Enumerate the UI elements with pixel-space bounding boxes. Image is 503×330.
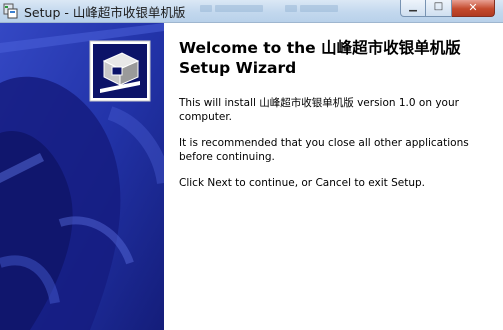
- caption-buttons: ▁ □ ✕: [400, 0, 495, 18]
- wizard-banner-image: [0, 23, 164, 330]
- wizard-content: Welcome to the 山峰超市收银单机版 Setup Wizard Th…: [179, 38, 494, 189]
- setup-wizard-window: Setup - 山峰超市收银单机版 ▁ □ ✕ Welcome to the 山…: [0, 0, 503, 330]
- background-window-icon: [200, 5, 212, 12]
- window-title: Setup - 山峰超市收银单机版: [24, 5, 186, 20]
- install-info-text: This will install 山峰超市收银单机版 version 1.0 …: [179, 97, 459, 123]
- heading-line-2: Setup Wizard: [179, 59, 297, 77]
- wizard-heading: Welcome to the 山峰超市收银单机版 Setup Wizard: [179, 38, 494, 78]
- installer-logo-icon: [89, 40, 151, 102]
- maximize-button[interactable]: □: [426, 0, 452, 17]
- background-window-text: [215, 5, 263, 12]
- close-icon: ✕: [468, 1, 478, 14]
- recommendation-text: It is recommended that you close all oth…: [179, 137, 469, 163]
- background-window-text: [300, 5, 338, 12]
- close-button[interactable]: ✕: [452, 0, 495, 17]
- banner-graphic: [0, 23, 164, 330]
- heading-line-1: Welcome to the 山峰超市收银单机版: [179, 39, 461, 57]
- title-bar[interactable]: Setup - 山峰超市收银单机版 ▁ □ ✕: [0, 0, 503, 23]
- background-window-icon: [285, 5, 297, 12]
- maximize-icon: □: [433, 1, 444, 12]
- setup-app-icon: [3, 3, 18, 19]
- minimize-icon: ▁: [409, 1, 417, 12]
- next-cancel-instruction-text: Click Next to continue, or Cancel to exi…: [179, 177, 425, 189]
- minimize-button[interactable]: ▁: [400, 0, 426, 17]
